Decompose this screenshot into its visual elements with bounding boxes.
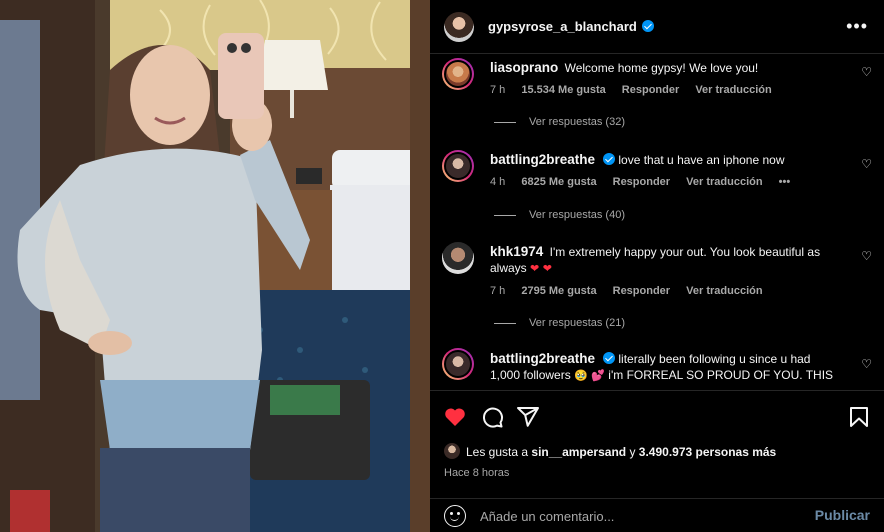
post-actions: Les gusta a sin__ampersand y 3.490.973 p… bbox=[430, 390, 884, 498]
view-replies-label[interactable]: Ver respuestas (40) bbox=[529, 209, 625, 221]
commenter-avatar[interactable] bbox=[442, 58, 474, 90]
verified-badge-icon bbox=[641, 20, 654, 32]
comments-list[interactable]: liasoprano Welcome home gypsy! We love y… bbox=[430, 54, 884, 390]
author-avatar[interactable] bbox=[444, 12, 474, 42]
comment-likes[interactable]: 2795 Me gusta bbox=[521, 285, 596, 297]
heart-icon[interactable] bbox=[443, 405, 467, 429]
replies-divider bbox=[494, 214, 516, 216]
view-replies-label[interactable]: Ver respuestas (32) bbox=[529, 116, 625, 128]
publish-button[interactable]: Publicar bbox=[815, 507, 870, 523]
comment-icon[interactable] bbox=[480, 405, 504, 429]
comment-emoji: ❤ ❤ bbox=[530, 262, 552, 275]
likes-summary[interactable]: Les gusta a sin__ampersand y 3.490.973 p… bbox=[444, 443, 776, 459]
comment-text-block: battling2breathe literally been followin… bbox=[490, 351, 842, 384]
translate-button[interactable]: Ver traducción bbox=[686, 176, 762, 188]
comment-like-heart-icon[interactable]: ♡ bbox=[861, 358, 872, 370]
liker-username[interactable]: sin__ampersand bbox=[531, 445, 626, 459]
translate-button[interactable]: Ver traducción bbox=[695, 84, 771, 96]
comment-username[interactable]: khk1974 bbox=[490, 244, 543, 259]
comment-like-heart-icon[interactable]: ♡ bbox=[861, 66, 872, 78]
reply-button[interactable]: Responder bbox=[613, 285, 670, 297]
likes-connector: y bbox=[629, 445, 636, 459]
commenter-avatar[interactable] bbox=[442, 150, 474, 182]
comment-meta: 7 h 15.534 Me gusta Responder Ver traduc… bbox=[490, 84, 785, 96]
post-header: gypsyrose_a_blanchard ••• bbox=[430, 0, 884, 54]
comment-time: 7 h bbox=[490, 285, 506, 297]
reply-button[interactable]: Responder bbox=[622, 84, 679, 96]
replies-divider bbox=[494, 121, 516, 123]
comment-more-icon[interactable]: ••• bbox=[779, 176, 791, 188]
comment-likes[interactable]: 6825 Me gusta bbox=[521, 176, 596, 188]
comment-body-continued: i'm FORREAL SO PROUD OF YOU. THIS bbox=[608, 368, 834, 382]
commenter-avatar[interactable] bbox=[442, 242, 474, 274]
more-options-icon[interactable]: ••• bbox=[846, 17, 868, 35]
commenter-avatar[interactable] bbox=[442, 348, 474, 380]
add-comment-bar: Publicar bbox=[430, 498, 884, 532]
view-replies-label[interactable]: Ver respuestas (21) bbox=[529, 317, 625, 329]
share-icon[interactable] bbox=[516, 405, 540, 429]
view-replies-button[interactable]: Ver respuestas (21) bbox=[494, 317, 625, 329]
translate-button[interactable]: Ver traducción bbox=[686, 285, 762, 297]
liker-avatar bbox=[444, 443, 460, 459]
comment-time: 7 h bbox=[490, 84, 506, 96]
verified-badge-icon bbox=[603, 352, 616, 364]
likes-prefix: Les gusta a bbox=[466, 445, 529, 459]
comment-text-block: khk1974 I'm extremely happy your out. Yo… bbox=[490, 244, 842, 277]
comment-body: love that u have an iphone now bbox=[618, 153, 785, 167]
view-replies-button[interactable]: Ver respuestas (40) bbox=[494, 209, 625, 221]
comment-meta: 4 h 6825 Me gusta Responder Ver traducci… bbox=[490, 176, 803, 188]
comment-like-heart-icon[interactable]: ♡ bbox=[861, 250, 872, 262]
verified-badge-icon bbox=[603, 153, 616, 165]
post-photo[interactable] bbox=[0, 0, 430, 532]
comment-text-block: liasoprano Welcome home gypsy! We love y… bbox=[490, 60, 842, 76]
author-username-text[interactable]: gypsyrose_a_blanchard bbox=[488, 19, 637, 34]
replies-divider bbox=[494, 322, 516, 324]
comment-time: 4 h bbox=[490, 176, 506, 188]
likes-count[interactable]: 3.490.973 personas más bbox=[639, 445, 776, 459]
comment-emoji: 🥹 💕 bbox=[574, 369, 605, 382]
comment-meta: 7 h 2795 Me gusta Responder Ver traducci… bbox=[490, 285, 776, 297]
comment-input[interactable] bbox=[480, 506, 800, 526]
comment-likes[interactable]: 15.534 Me gusta bbox=[521, 84, 605, 96]
comment-body: Welcome home gypsy! We love you! bbox=[564, 61, 759, 75]
comment-text-block: battling2breathe love that u have an iph… bbox=[490, 152, 842, 168]
view-replies-button[interactable]: Ver respuestas (32) bbox=[494, 116, 625, 128]
bookmark-icon[interactable] bbox=[847, 405, 871, 429]
post-timestamp: Hace 8 horas bbox=[444, 467, 510, 479]
comment-like-heart-icon[interactable]: ♡ bbox=[861, 158, 872, 170]
author-username[interactable]: gypsyrose_a_blanchard bbox=[488, 19, 654, 34]
comment-username[interactable]: battling2breathe bbox=[490, 152, 595, 167]
comment-username[interactable]: battling2breathe bbox=[490, 351, 595, 366]
post-sidebar: gypsyrose_a_blanchard ••• liasoprano Wel… bbox=[430, 0, 884, 532]
comment-username[interactable]: liasoprano bbox=[490, 60, 558, 75]
reply-button[interactable]: Responder bbox=[613, 176, 670, 188]
emoji-icon[interactable] bbox=[444, 505, 466, 527]
